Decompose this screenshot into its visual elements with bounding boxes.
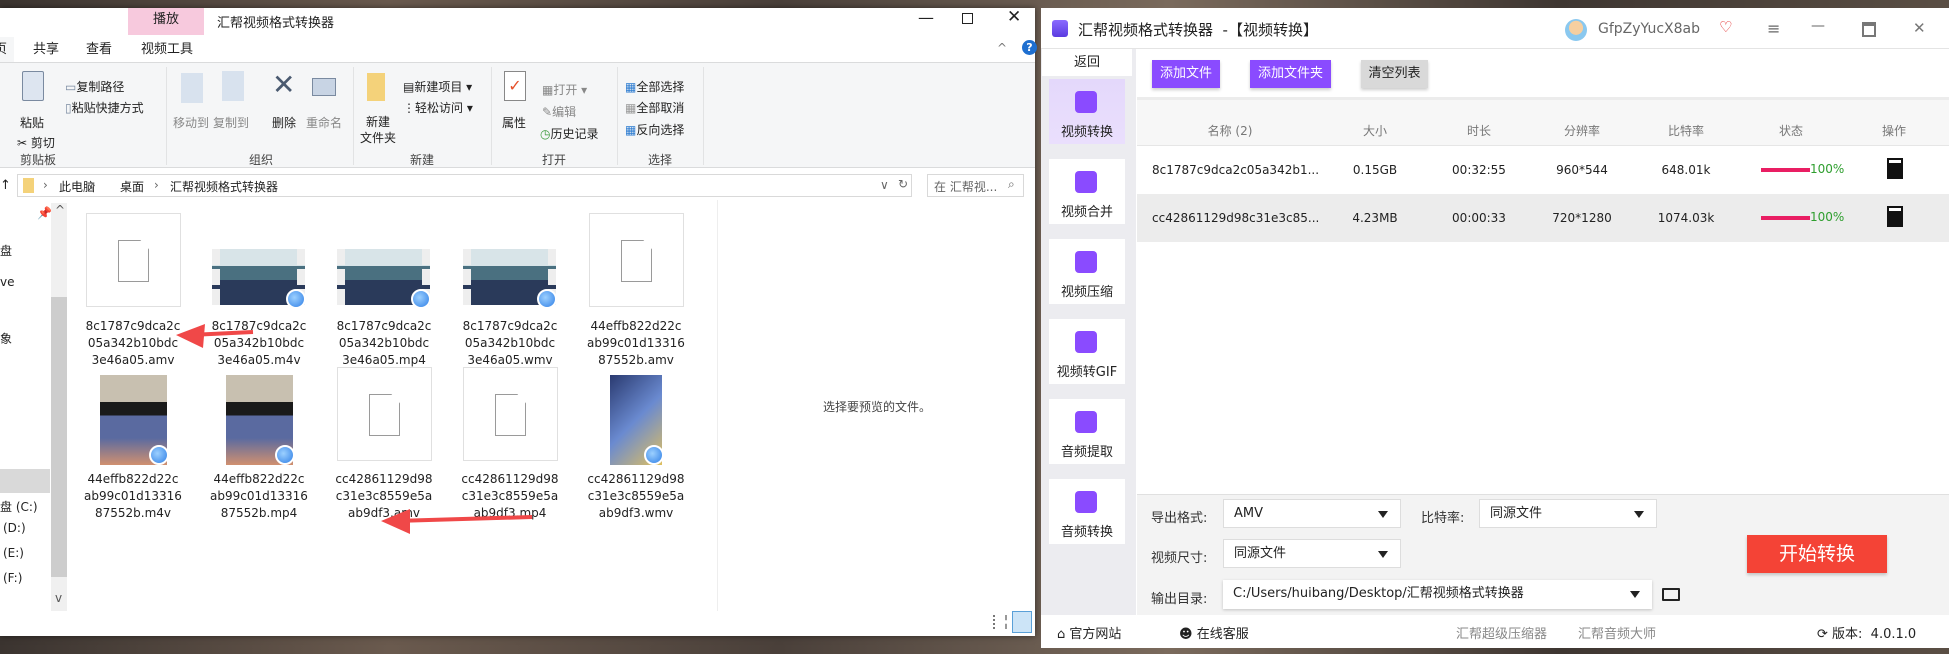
chevron-down-icon	[1630, 591, 1640, 598]
sidebar-item-label: 视频合并	[1060, 205, 1113, 220]
cell-duration: 00:32:55	[1452, 163, 1506, 177]
cell-duration: 00:00:33	[1452, 211, 1506, 225]
maximize-button[interactable]	[1862, 22, 1876, 37]
cell-bitrate: 1074.03k	[1657, 211, 1715, 225]
sidebar-item-label: 视频转换	[1060, 125, 1113, 140]
red-arrow	[381, 509, 533, 534]
official-site-link[interactable]: ⌂ 官方网站	[1057, 623, 1121, 642]
sidebar-item-video-convert[interactable]: 视频转换	[1049, 79, 1125, 144]
progress-percent: 100%	[1810, 210, 1845, 224]
converter-app-window: 汇帮视频格式转换器 -【视频转换】 GfpZyYucX8ab ♡ ≡ — ✕ 返…	[1041, 8, 1949, 648]
cell-size: 4.23MB	[1352, 211, 1398, 225]
camera-icon	[1075, 251, 1097, 273]
progress-percent: 100%	[1810, 162, 1845, 176]
column-header-status[interactable]: 状态	[1779, 122, 1803, 139]
refresh-icon	[1075, 91, 1097, 113]
progress-bar	[1761, 168, 1810, 172]
gif-icon	[1075, 331, 1097, 353]
username[interactable]: GfpZyYucX8ab	[1598, 21, 1700, 37]
column-header-name[interactable]: 名称 (2)	[1208, 122, 1253, 139]
cell-resolution: 960*544	[1556, 163, 1608, 177]
online-support-link[interactable]: ☻ 在线客服	[1179, 623, 1249, 642]
avatar[interactable]	[1565, 19, 1587, 41]
clear-list-button[interactable]: 清空列表	[1361, 60, 1428, 88]
compressor-link[interactable]: 汇帮超级压缩器	[1456, 623, 1547, 642]
music-icon	[1075, 411, 1097, 433]
menu-icon[interactable]: ≡	[1767, 19, 1780, 38]
app-title: 汇帮视频格式转换器 -【视频转换】	[1078, 21, 1318, 39]
back-button[interactable]: 返回	[1042, 49, 1132, 76]
online-support-label: 在线客服	[1196, 627, 1249, 642]
cell-size: 0.15GB	[1352, 163, 1398, 177]
sidebar-item-label: 视频压缩	[1060, 285, 1113, 300]
sidebar-item-label: 视频转GIF	[1056, 365, 1118, 380]
size-label: 视频尺寸:	[1151, 551, 1208, 566]
version-label: 版本: 4.0.1.0	[1832, 627, 1917, 642]
format-value: AMV	[1234, 506, 1264, 521]
preview-placeholder: 选择要预览的文件。	[823, 400, 932, 414]
sidebar-item-label: 音频提取	[1060, 445, 1113, 460]
divider	[1041, 48, 1949, 49]
progress-bar	[1761, 216, 1810, 220]
bitrate-value: 同源文件	[1490, 506, 1543, 521]
red-arrow	[176, 324, 254, 348]
minimize-button[interactable]: —	[1811, 18, 1825, 34]
sidebar-item-video-compress[interactable]: 视频压缩	[1049, 239, 1125, 304]
cell-resolution: 720*1280	[1552, 211, 1612, 225]
audio-master-link[interactable]: 汇帮音频大师	[1578, 623, 1656, 642]
size-select[interactable]: 同源文件	[1223, 539, 1401, 568]
mic-icon	[1075, 491, 1097, 513]
output-dir-label: 输出目录:	[1151, 592, 1208, 607]
version-info: ⟳ 版本: 4.0.1.0	[1817, 627, 1917, 642]
trash-icon[interactable]	[1887, 206, 1903, 227]
open-folder-icon[interactable]	[1662, 588, 1680, 601]
column-header-action: 操作	[1881, 124, 1907, 138]
cell-name: 8c1787c9dca2c05a342b1...	[1152, 163, 1320, 177]
sidebar-item-audio-convert[interactable]: 音频转换	[1049, 479, 1125, 544]
file-explorer-window: 播放 汇帮视频格式转换器 — ✕ 页 共享 查看 视频工具 ^ ? 粘贴 ✂ 剪…	[0, 7, 1037, 636]
official-site-label: 官方网站	[1069, 627, 1122, 642]
column-header-duration[interactable]: 时长	[1467, 122, 1491, 139]
bitrate-label: 比特率:	[1421, 511, 1465, 526]
add-folder-button[interactable]: 添加文件夹	[1250, 60, 1331, 88]
chevron-down-icon	[1378, 511, 1388, 518]
bitrate-select[interactable]: 同源文件	[1479, 499, 1657, 528]
cell-name: cc42861129d98c31e3c85...	[1152, 211, 1320, 225]
sidebar-item-video-to-gif[interactable]: 视频转GIF	[1049, 319, 1125, 384]
column-header-bitrate[interactable]: 比特率	[1668, 122, 1704, 139]
sidebar-item-label: 音频转换	[1060, 525, 1113, 540]
add-file-button[interactable]: 添加文件	[1152, 60, 1220, 88]
table-header	[1137, 100, 1949, 146]
format-label: 导出格式:	[1151, 511, 1208, 526]
app-logo-icon	[1052, 20, 1068, 37]
format-select[interactable]: AMV	[1223, 499, 1401, 528]
play-icon	[1075, 171, 1097, 193]
trash-icon[interactable]	[1887, 158, 1903, 179]
chevron-down-icon	[1634, 511, 1644, 518]
size-value: 同源文件	[1234, 546, 1287, 561]
chevron-down-icon	[1378, 551, 1388, 558]
column-header-resolution[interactable]: 分辨率	[1564, 122, 1600, 139]
sidebar-item-audio-extract[interactable]: 音频提取	[1049, 399, 1125, 464]
sidebar-item-video-merge[interactable]: 视频合并	[1049, 159, 1125, 224]
details-view-button[interactable]	[993, 615, 1007, 629]
output-dir-select[interactable]: C:/Users/huibang/Desktop/汇帮视频格式转换器	[1223, 580, 1652, 609]
output-dir-value: C:/Users/huibang/Desktop/汇帮视频格式转换器	[1233, 586, 1524, 601]
annotation-arrows	[176, 324, 533, 534]
close-button[interactable]: ✕	[1913, 19, 1926, 37]
cell-bitrate: 648.01k	[1661, 163, 1711, 177]
large-icons-view-button[interactable]	[1012, 611, 1032, 633]
start-convert-button[interactable]: 开始转换	[1747, 535, 1887, 573]
vip-icon: ♡	[1719, 18, 1733, 36]
column-header-size[interactable]: 大小	[1363, 122, 1387, 139]
preview-divider	[717, 200, 718, 611]
